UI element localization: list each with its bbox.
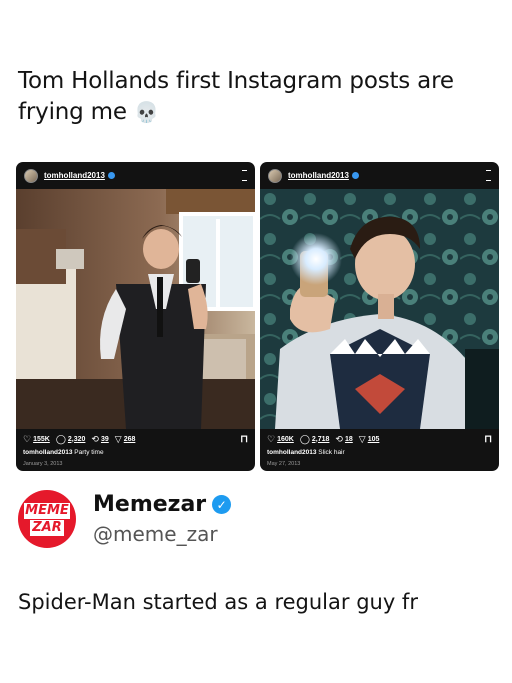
instagram-posts: tomholland2013 ⎯ ⎯ ♡ 155K ◯ 2,320 ⟲ 39 ▽… <box>16 162 499 472</box>
post-actions: ♡ 160K ◯ 2,718 ⟲ 18 ▽ 105 ⊓ <box>267 432 492 446</box>
share-action[interactable]: ▽ 268 <box>115 434 136 445</box>
instagram-post-1: tomholland2013 ⎯ ⎯ ♡ 155K ◯ 2,320 ⟲ 39 ▽… <box>16 162 255 471</box>
post-caption: tomholland2013 Party time <box>23 449 104 456</box>
comment-icon: ◯ <box>55 433 66 444</box>
tweet-author: MEME ZAR Memezar ✓ @meme_zar <box>18 490 488 550</box>
verified-icon <box>351 172 359 179</box>
repost-count: 39 <box>100 435 109 443</box>
comment-icon: ◯ <box>299 433 310 444</box>
post-actions: ♡ 155K ◯ 2,320 ⟲ 39 ▽ 268 ⊓ <box>23 432 248 446</box>
bookmark-icon[interactable]: ⊓ <box>484 434 492 445</box>
author-name[interactable]: Memezar ✓ <box>93 492 232 517</box>
verified-icon <box>107 172 115 179</box>
share-action[interactable]: ▽ 105 <box>359 434 380 445</box>
menu-icon[interactable]: ⎯ ⎯ <box>486 165 491 186</box>
like-action[interactable]: ♡ 160K <box>267 434 294 445</box>
caption-username[interactable]: tomholland2013 <box>23 449 72 456</box>
headline: Tom Hollands first Instagram posts are f… <box>18 66 488 128</box>
like-count: 160K <box>277 435 294 443</box>
bookmark-icon[interactable]: ⊓ <box>240 434 248 445</box>
like-action[interactable]: ♡ 155K <box>23 434 50 445</box>
menu-icon[interactable]: ⎯ ⎯ <box>242 165 247 186</box>
share-count: 105 <box>367 435 380 443</box>
post-photo[interactable] <box>260 189 499 429</box>
repost-action[interactable]: ⟲ 18 <box>335 434 352 445</box>
post-header: tomholland2013 ⎯ ⎯ <box>260 162 499 189</box>
repost-count: 18 <box>344 435 353 443</box>
heart-icon: ♡ <box>267 433 276 444</box>
verified-icon: ✓ <box>212 495 232 514</box>
share-icon: ▽ <box>114 433 122 444</box>
share-count: 268 <box>123 435 136 443</box>
repost-icon: ⟲ <box>91 433 99 444</box>
skull-emoji: 💀 <box>133 100 159 124</box>
comment-action[interactable]: ◯ 2,718 <box>300 434 330 445</box>
caption-text: Party time <box>74 449 104 456</box>
share-icon: ▽ <box>358 433 366 444</box>
caption-username[interactable]: tomholland2013 <box>267 449 316 456</box>
like-count: 155K <box>33 435 50 443</box>
post-header: tomholland2013 ⎯ ⎯ <box>16 162 255 189</box>
instagram-post-2: tomholland2013 ⎯ ⎯ ♡ 160K ◯ 2,718 ⟲ 18 ▽… <box>260 162 499 471</box>
logo-line-2: ZAR <box>30 520 64 536</box>
post-username[interactable]: tomholland2013 <box>288 171 349 180</box>
heart-icon: ♡ <box>23 433 32 444</box>
avatar[interactable] <box>268 168 282 183</box>
post-username[interactable]: tomholland2013 <box>44 171 105 180</box>
avatar[interactable] <box>24 168 38 183</box>
logo-line-1: MEME <box>24 503 70 519</box>
comment-action[interactable]: ◯ 2,320 <box>56 434 86 445</box>
post-photo[interactable] <box>16 189 255 429</box>
author-name-text: Memezar <box>93 492 207 517</box>
post-date: May 27, 2013 <box>267 461 301 467</box>
repost-icon: ⟲ <box>335 433 343 444</box>
tweet-text: Spider-Man started as a regular guy fr <box>18 590 418 614</box>
photo-party-time <box>16 189 255 429</box>
repost-action[interactable]: ⟲ 39 <box>91 434 108 445</box>
memezar-logo[interactable]: MEME ZAR <box>18 490 76 548</box>
comment-count: 2,320 <box>67 435 86 443</box>
photo-slick-hair <box>260 189 499 429</box>
author-handle[interactable]: @meme_zar <box>93 522 218 546</box>
post-caption: tomholland2013 Slick hair <box>267 449 345 456</box>
caption-text: Slick hair <box>318 449 345 456</box>
post-date: January 3, 2013 <box>23 461 63 467</box>
headline-text: Tom Hollands first Instagram posts are f… <box>18 68 454 125</box>
comment-count: 2,718 <box>311 435 330 443</box>
